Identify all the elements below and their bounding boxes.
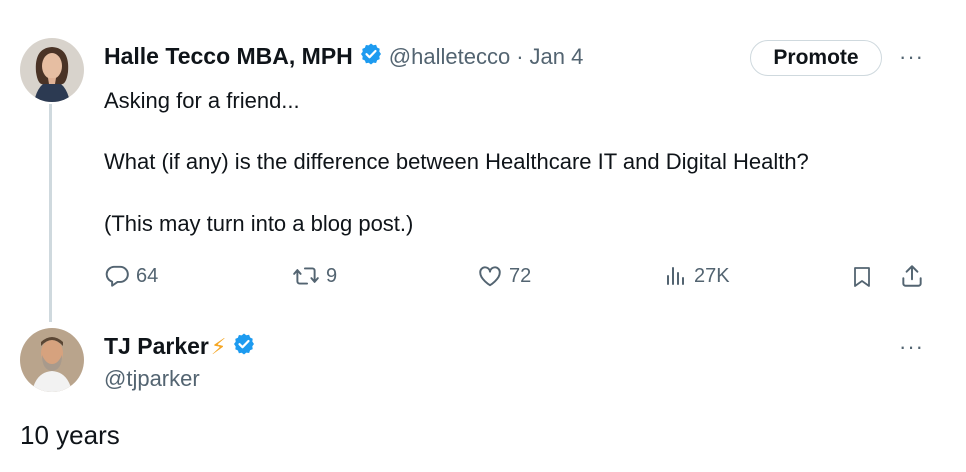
reply-text: 10 years xyxy=(20,420,120,450)
tweet-date[interactable]: Jan 4 xyxy=(530,44,584,70)
promote-button[interactable]: Promote xyxy=(750,40,882,76)
tweet-header: Halle Tecco MBA, MPH @halletecco · Jan 4 xyxy=(104,42,583,71)
share-icon xyxy=(899,265,925,293)
tweet-text-line-3: (This may turn into a blog post.) xyxy=(104,211,414,236)
reply-more-button[interactable]: ··· xyxy=(899,334,924,360)
repost-button[interactable]: 9 xyxy=(292,263,337,289)
thread-connector-line xyxy=(49,104,52,322)
verified-badge-icon xyxy=(232,332,256,361)
avatar-halle-tecco[interactable] xyxy=(20,38,84,102)
reply-author-name[interactable]: TJ Parker xyxy=(104,333,209,360)
repost-icon xyxy=(292,263,320,289)
tweet-author-handle[interactable]: @halletecco xyxy=(389,44,510,70)
bookmark-button[interactable] xyxy=(850,264,874,295)
tweet-text-line-1: Asking for a friend... xyxy=(104,88,300,113)
verified-badge-icon xyxy=(359,42,383,71)
lightning-emoji: ⚡ xyxy=(210,333,227,359)
avatar-tj-parker[interactable] xyxy=(20,328,84,392)
views-count: 27K xyxy=(694,264,730,287)
repost-count: 9 xyxy=(326,264,338,287)
reply-icon xyxy=(104,263,130,289)
bookmark-icon xyxy=(850,267,874,294)
reply-author-handle[interactable]: @tjparker xyxy=(104,366,200,392)
meta-separator: · xyxy=(516,43,524,69)
like-count: 72 xyxy=(509,264,532,287)
like-button[interactable]: 72 xyxy=(477,263,531,289)
tweet-author-name[interactable]: Halle Tecco MBA, MPH xyxy=(104,43,353,70)
tweet-text-line-2: What (if any) is the difference between … xyxy=(104,149,809,174)
reply-count: 64 xyxy=(136,264,159,287)
analytics-icon xyxy=(664,263,688,289)
heart-icon xyxy=(477,263,503,289)
views-button[interactable]: 27K xyxy=(664,263,730,289)
reply-button[interactable]: 64 xyxy=(104,263,158,289)
share-button[interactable] xyxy=(899,263,925,294)
tweet-more-button[interactable]: ··· xyxy=(899,44,924,70)
reply-header: TJ Parker ⚡ xyxy=(104,332,256,361)
